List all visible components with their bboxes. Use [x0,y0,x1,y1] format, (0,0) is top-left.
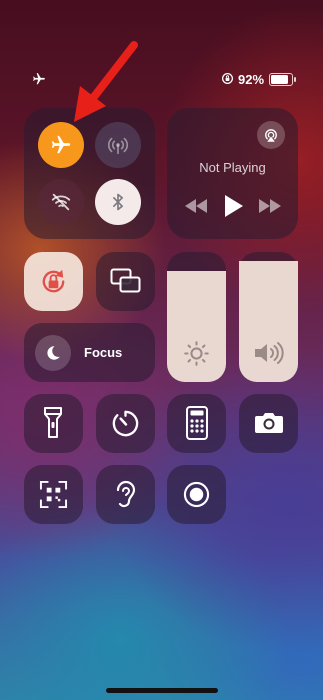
calculator-icon [186,406,208,440]
wifi-off-icon [51,193,71,211]
volume-slider[interactable] [239,252,298,382]
screen-recording-button[interactable] [167,465,226,524]
airplane-icon [51,135,71,154]
airplay-icon [265,129,277,142]
annotation-arrow [74,41,138,122]
cellular-data-toggle[interactable] [95,122,141,168]
airplay-button[interactable] [257,121,285,149]
home-indicator[interactable] [106,688,218,693]
brightness-slider[interactable] [167,252,226,382]
hearing-icon [114,478,138,510]
rotation-lock-icon [221,72,234,85]
fast-forward-button[interactable] [259,199,281,213]
screen-mirroring-icon [110,268,141,294]
airplane-mode-toggle[interactable] [38,122,84,168]
camera-icon [254,411,284,435]
battery-icon [269,73,296,86]
orientation-lock-icon [38,266,69,297]
screen-recording-icon [183,481,210,508]
battery-percent: 92% [238,72,265,87]
focus-label: Focus [84,345,123,360]
timer-button[interactable] [96,394,155,453]
flashlight-icon [44,407,62,439]
play-icon [225,195,243,217]
cellular-antenna-icon [107,137,129,155]
orientation-lock-toggle[interactable] [24,252,83,311]
battery-level [271,75,288,84]
rewind-icon [185,199,207,213]
speaker-icon [253,341,285,365]
wifi-toggle[interactable] [38,179,84,225]
rewind-button[interactable] [185,199,207,213]
moon-icon [35,335,71,371]
screen-mirroring-button[interactable] [96,252,155,311]
qr-code-scanner-button[interactable] [24,465,83,524]
airplane-icon [32,72,46,86]
connectivity-panel [24,108,155,239]
hearing-button[interactable] [96,465,155,524]
calculator-button[interactable] [167,394,226,453]
now-playing-title: Not Playing [199,160,266,175]
flashlight-button[interactable] [24,394,83,453]
fast-forward-icon [259,199,281,213]
camera-button[interactable] [239,394,298,453]
timer-icon [110,408,141,439]
bluetooth-toggle[interactable] [95,179,141,225]
sun-icon [183,340,210,367]
focus-button[interactable]: Focus [24,323,155,382]
play-button[interactable] [225,195,243,217]
qr-code-scanner-icon [39,480,68,509]
now-playing-panel[interactable]: Not Playing [167,108,298,239]
bluetooth-icon [113,193,123,211]
